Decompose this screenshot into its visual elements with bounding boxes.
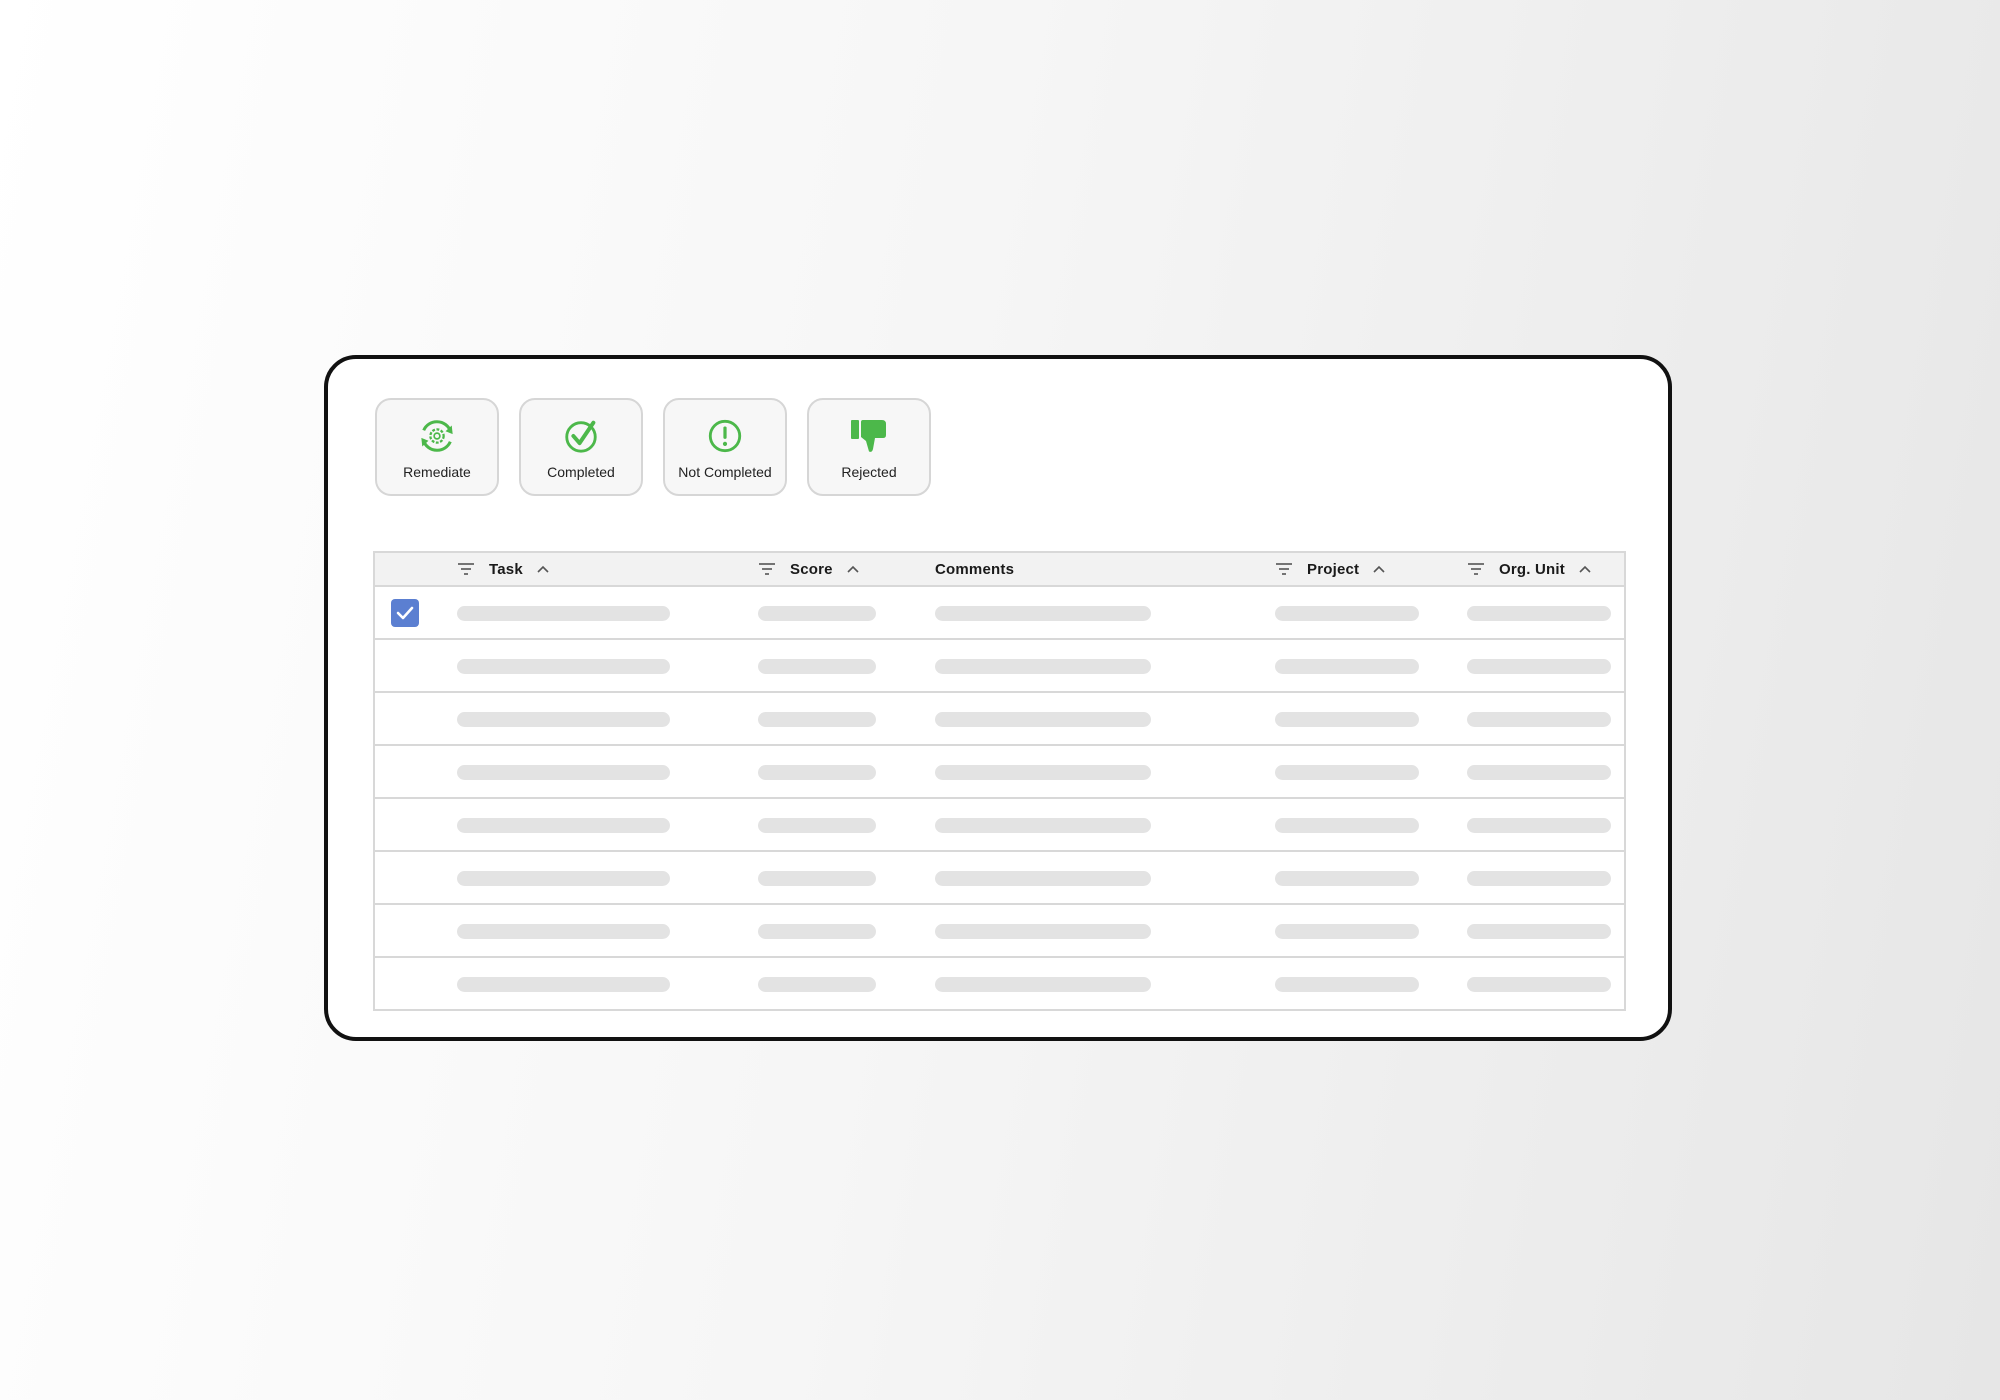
task-cell-placeholder [457, 764, 670, 780]
score-cell-placeholder [758, 870, 876, 886]
project-cell-placeholder [1275, 923, 1419, 939]
project-cell-placeholder [1275, 711, 1419, 727]
exclamation-circle-icon [705, 416, 745, 456]
table-row[interactable] [375, 852, 1624, 905]
task-cell-placeholder [457, 605, 670, 621]
rejected-label: Rejected [841, 464, 897, 480]
table-row[interactable] [375, 587, 1624, 640]
comments-cell-placeholder [935, 976, 1151, 992]
task-cell-placeholder [457, 923, 670, 939]
column-header-project: Project [1275, 553, 1385, 585]
org-unit-cell-placeholder [1467, 764, 1611, 780]
comments-cell-placeholder [935, 711, 1151, 727]
comments-cell-placeholder [935, 605, 1151, 621]
refresh-gear-icon [417, 416, 457, 456]
project-cell-placeholder [1275, 976, 1419, 992]
comments-cell-placeholder [935, 870, 1151, 886]
project-cell-placeholder [1275, 870, 1419, 886]
org-unit-cell-placeholder [1467, 817, 1611, 833]
column-header-comments: Comments [935, 553, 1014, 585]
check-circle-icon [561, 416, 601, 456]
completed-label: Completed [547, 464, 615, 480]
table-row[interactable] [375, 958, 1624, 1009]
task-cell-placeholder [457, 658, 670, 674]
table-body [375, 587, 1624, 1009]
score-cell-placeholder [758, 711, 876, 727]
chevron-up-icon[interactable] [537, 565, 549, 573]
table-row[interactable] [375, 640, 1624, 693]
chevron-up-icon[interactable] [847, 565, 859, 573]
filter-icon[interactable] [1467, 562, 1485, 576]
comments-cell-placeholder [935, 817, 1151, 833]
task-table: Task Score Comments Project Org. Unit [373, 551, 1626, 1011]
org-unit-cell-placeholder [1467, 923, 1611, 939]
org-unit-cell-placeholder [1467, 976, 1611, 992]
column-label-org-unit: Org. Unit [1499, 560, 1565, 578]
action-toolbar: Remediate Completed Not Completed Reject… [375, 398, 931, 496]
filter-icon[interactable] [1275, 562, 1293, 576]
row-checkbox[interactable] [391, 598, 419, 627]
thumbs-down-icon [849, 416, 889, 456]
remediate-button[interactable]: Remediate [375, 398, 499, 496]
score-cell-placeholder [758, 764, 876, 780]
table-header: Task Score Comments Project Org. Unit [375, 553, 1624, 587]
table-row[interactable] [375, 799, 1624, 852]
column-header-task: Task [457, 553, 549, 585]
completed-button[interactable]: Completed [519, 398, 643, 496]
org-unit-cell-placeholder [1467, 658, 1611, 674]
org-unit-cell-placeholder [1467, 605, 1611, 621]
checkmark-icon [396, 606, 414, 619]
score-cell-placeholder [758, 976, 876, 992]
comments-cell-placeholder [935, 923, 1151, 939]
chevron-up-icon[interactable] [1579, 565, 1591, 573]
column-label-comments: Comments [935, 560, 1015, 578]
table-row[interactable] [375, 746, 1624, 799]
score-cell-placeholder [758, 605, 876, 621]
project-cell-placeholder [1275, 605, 1419, 621]
filter-icon[interactable] [457, 562, 475, 576]
remediate-label: Remediate [403, 464, 471, 480]
task-cell-placeholder [457, 976, 670, 992]
project-cell-placeholder [1275, 817, 1419, 833]
project-cell-placeholder [1275, 764, 1419, 780]
filter-icon[interactable] [758, 562, 776, 576]
task-cell-placeholder [457, 817, 670, 833]
column-label-task: Task [489, 560, 523, 578]
not-completed-label: Not Completed [678, 464, 772, 480]
task-cell-placeholder [457, 711, 670, 727]
table-row[interactable] [375, 693, 1624, 746]
task-cell-placeholder [457, 870, 670, 886]
column-label-score: Score [790, 560, 833, 578]
rejected-button[interactable]: Rejected [807, 398, 931, 496]
column-header-score: Score [758, 553, 859, 585]
comments-cell-placeholder [935, 764, 1151, 780]
score-cell-placeholder [758, 923, 876, 939]
table-row[interactable] [375, 905, 1624, 958]
not-completed-button[interactable]: Not Completed [663, 398, 787, 496]
score-cell-placeholder [758, 658, 876, 674]
task-panel: Remediate Completed Not Completed Reject… [324, 355, 1672, 1041]
chevron-up-icon[interactable] [1373, 565, 1385, 573]
column-header-org-unit: Org. Unit [1467, 553, 1591, 585]
comments-cell-placeholder [935, 658, 1151, 674]
project-cell-placeholder [1275, 658, 1419, 674]
score-cell-placeholder [758, 817, 876, 833]
column-label-project: Project [1307, 560, 1360, 578]
org-unit-cell-placeholder [1467, 870, 1611, 886]
org-unit-cell-placeholder [1467, 711, 1611, 727]
